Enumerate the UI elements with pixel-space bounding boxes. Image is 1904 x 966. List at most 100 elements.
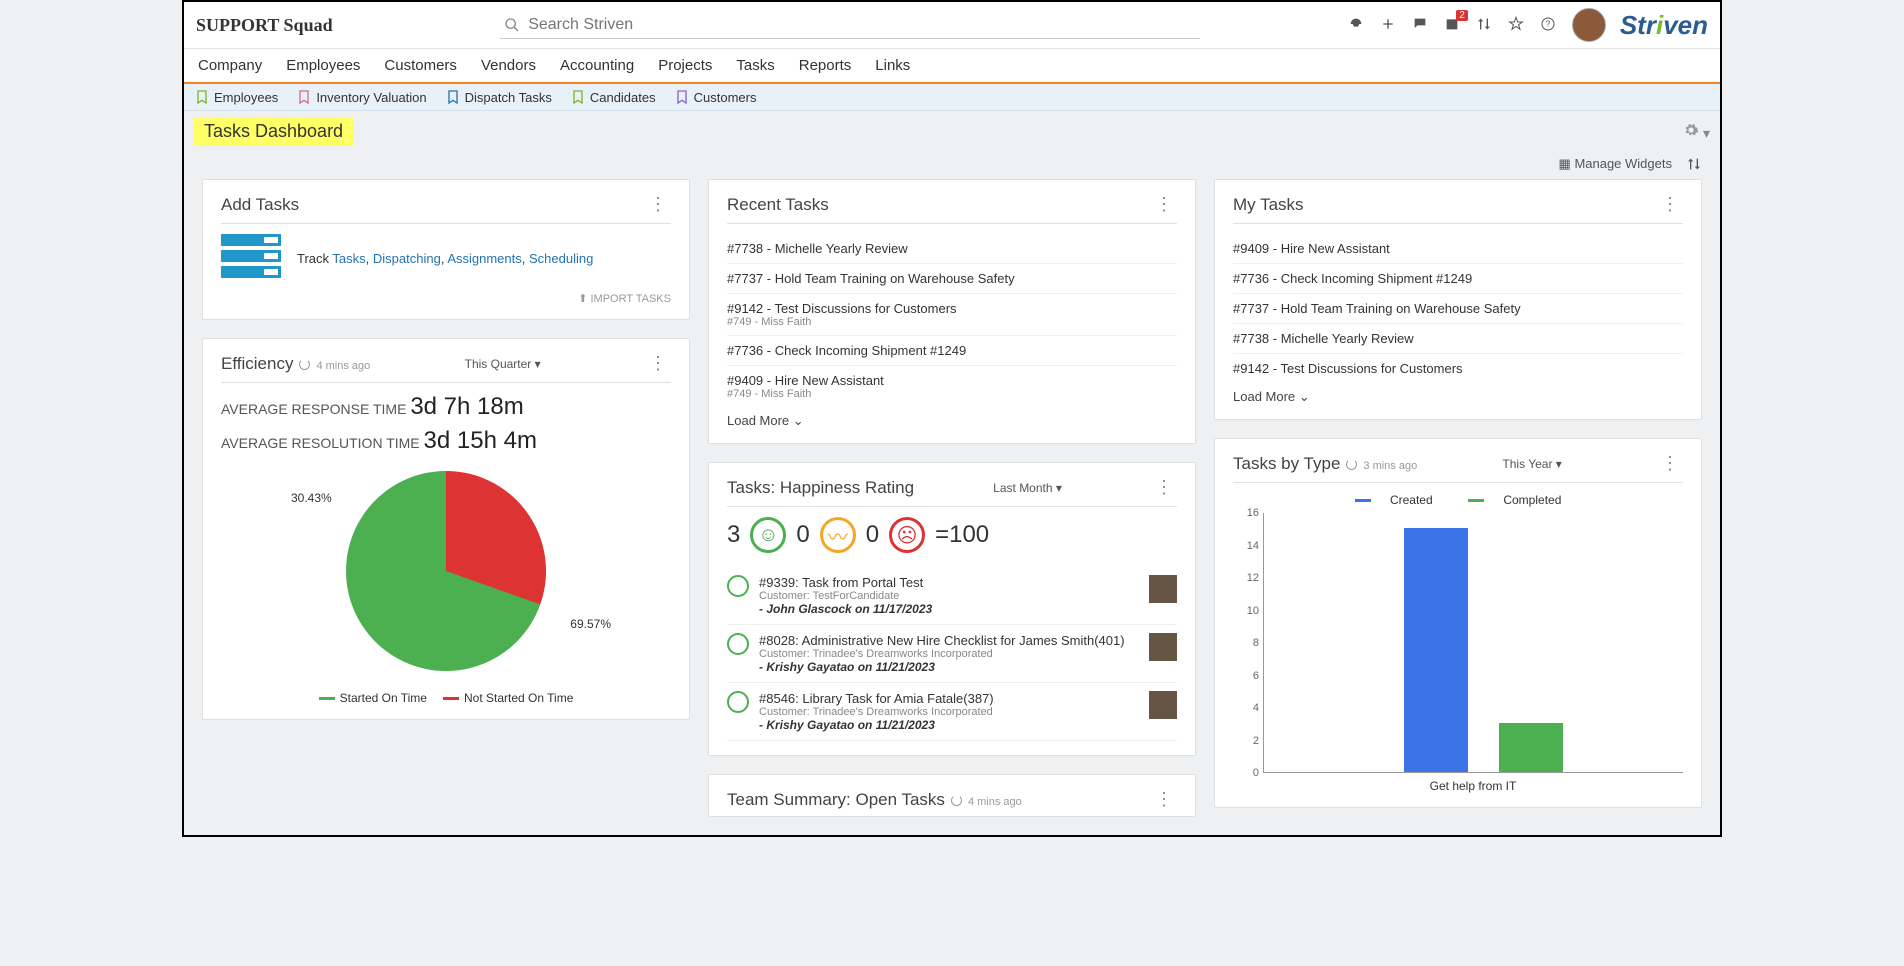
refresh-icon[interactable] [299, 359, 310, 370]
card-recent-tasks: Recent Tasks ⋮ #7738 - Michelle Yearly R… [708, 179, 1196, 444]
nav-vendors[interactable]: Vendors [481, 57, 536, 74]
avg-resolution: AVERAGE RESOLUTION TIME 3d 15h 4m [221, 427, 671, 455]
page-header: Tasks Dashboard ▾ [184, 111, 1720, 152]
task-row[interactable]: #7738 - Michelle Yearly Review [727, 234, 1177, 264]
card-title: Add Tasks [221, 195, 299, 215]
link-assignments[interactable]: Assignments [447, 251, 521, 266]
nav-customers[interactable]: Customers [384, 57, 457, 74]
pie-legend: Started On Time Not Started On Time [221, 691, 671, 705]
task-row[interactable]: #7737 - Hold Team Training on Warehouse … [727, 264, 1177, 294]
task-row[interactable]: #7736 - Check Incoming Shipment #1249 [1233, 264, 1683, 294]
chat-icon[interactable] [1412, 16, 1430, 34]
bookmark-icon [674, 89, 690, 105]
bookmark-icon [194, 89, 210, 105]
page-title: Tasks Dashboard [194, 117, 353, 146]
card-menu-icon[interactable]: ⋮ [645, 194, 671, 215]
link-dispatching[interactable]: Dispatching [373, 251, 441, 266]
task-row[interactable]: #7736 - Check Incoming Shipment #1249 [727, 336, 1177, 366]
track-links: Track Tasks, Dispatching, Assignments, S… [297, 251, 593, 266]
star-icon[interactable] [1508, 16, 1526, 34]
search-input[interactable] [520, 16, 1196, 34]
bar-legend: Created Completed [1233, 493, 1683, 507]
happy-face-icon [727, 575, 749, 597]
nav-reports[interactable]: Reports [799, 57, 852, 74]
timestamp: 4 mins ago [316, 360, 370, 372]
sort-icon[interactable] [1476, 16, 1494, 34]
nav-employees[interactable]: Employees [286, 57, 360, 74]
nav-projects[interactable]: Projects [658, 57, 712, 74]
card-menu-icon[interactable]: ⋮ [1657, 194, 1683, 215]
dashboard-icon[interactable] [1348, 16, 1366, 34]
brand-logo: Striven [1620, 10, 1708, 41]
reorder-icon[interactable] [1686, 156, 1702, 175]
company-logo: SUPPORT Squad [196, 15, 333, 36]
filter-dropdown[interactable]: This Year ▾ [1502, 457, 1561, 471]
card-happiness: Tasks: Happiness Rating Last Month ▾ ⋮ 3… [708, 462, 1196, 756]
bookmark-icon [445, 89, 461, 105]
timestamp: 4 mins ago [968, 796, 1022, 808]
quicknav-customers[interactable]: Customers [674, 89, 757, 105]
happiness-summary: 3 ☺ 0 〰 0 ☹ =100 [727, 517, 1177, 553]
card-title: Recent Tasks [727, 195, 829, 215]
pie-label-b: 69.57% [570, 617, 611, 631]
refresh-icon[interactable] [951, 795, 962, 806]
quicknav-dispatch[interactable]: Dispatch Tasks [445, 89, 552, 105]
card-title: Team Summary: Open Tasks4 mins ago [727, 790, 1022, 810]
happiness-item[interactable]: #8028: Administrative New Hire Checklist… [727, 625, 1177, 683]
quicknav-employees[interactable]: Employees [194, 89, 278, 105]
card-menu-icon[interactable]: ⋮ [645, 353, 671, 374]
tasks-icon [221, 234, 281, 282]
nav-accounting[interactable]: Accounting [560, 57, 634, 74]
pie-label-a: 30.43% [291, 491, 332, 505]
card-title: My Tasks [1233, 195, 1304, 215]
happiness-item[interactable]: #9339: Task from Portal TestCustomer: Te… [727, 567, 1177, 625]
happy-face-icon: ☺ [750, 517, 786, 553]
card-team-summary: Team Summary: Open Tasks4 mins ago ⋮ [708, 774, 1196, 817]
task-row[interactable]: #9142 - Test Discussions for Customers [1233, 354, 1683, 383]
bookmark-icon [570, 89, 586, 105]
task-row[interactable]: #9409 - Hire New Assistant#749 - Miss Fa… [727, 366, 1177, 407]
nav-links[interactable]: Links [875, 57, 910, 74]
search-icon [504, 17, 520, 33]
calendar-icon[interactable]: 2 [1444, 16, 1462, 34]
card-menu-icon[interactable]: ⋮ [1151, 194, 1177, 215]
card-title: Tasks by Type3 mins ago [1233, 454, 1417, 474]
timestamp: 3 mins ago [1363, 460, 1417, 472]
load-more-button[interactable]: Load More ⌄ [727, 407, 1177, 429]
load-more-button[interactable]: Load More ⌄ [1233, 383, 1683, 405]
search-box[interactable] [500, 12, 1200, 39]
happy-face-icon [727, 633, 749, 655]
quicknav-inventory[interactable]: Inventory Valuation [296, 89, 426, 105]
happy-face-icon [727, 691, 749, 713]
task-row[interactable]: #9409 - Hire New Assistant [1233, 234, 1683, 264]
link-scheduling[interactable]: Scheduling [529, 251, 593, 266]
manage-widgets-button[interactable]: ▦ Manage Widgets [1559, 156, 1672, 175]
filter-dropdown[interactable]: Last Month ▾ [993, 481, 1062, 495]
help-icon[interactable]: ? [1540, 16, 1558, 34]
link-tasks[interactable]: Tasks [332, 251, 365, 266]
nav-tasks[interactable]: Tasks [736, 57, 774, 74]
nav-company[interactable]: Company [198, 57, 262, 74]
happiness-item[interactable]: #8546: Library Task for Amia Fatale(387)… [727, 683, 1177, 741]
quicknav-candidates[interactable]: Candidates [570, 89, 656, 105]
task-row[interactable]: #7737 - Hold Team Training on Warehouse … [1233, 294, 1683, 324]
card-menu-icon[interactable]: ⋮ [1151, 789, 1177, 810]
avg-response: AVERAGE RESPONSE TIME 3d 7h 18m [221, 393, 671, 421]
import-tasks-button[interactable]: ⬆ IMPORT TASKS [221, 292, 671, 305]
page-settings[interactable]: ▾ [1683, 122, 1710, 142]
add-icon[interactable] [1380, 16, 1398, 34]
refresh-icon[interactable] [1346, 459, 1357, 470]
card-menu-icon[interactable]: ⋮ [1151, 477, 1177, 498]
filter-dropdown[interactable]: This Quarter ▾ [465, 357, 541, 371]
topbar: SUPPORT Squad 2 ? Striven [184, 2, 1720, 49]
efficiency-pie-chart: 30.43% 69.57% [221, 461, 671, 681]
card-title: Tasks: Happiness Rating [727, 478, 914, 498]
task-row[interactable]: #7738 - Michelle Yearly Review [1233, 324, 1683, 354]
quick-nav: Employees Inventory Valuation Dispatch T… [184, 84, 1720, 111]
bar-x-label: Get help from IT [1263, 779, 1683, 793]
task-row[interactable]: #9142 - Test Discussions for Customers#7… [727, 294, 1177, 336]
card-menu-icon[interactable]: ⋮ [1657, 453, 1683, 474]
user-avatar[interactable] [1572, 8, 1606, 42]
card-my-tasks: My Tasks ⋮ #9409 - Hire New Assistant#77… [1214, 179, 1702, 420]
sad-face-icon: ☹ [889, 517, 925, 553]
